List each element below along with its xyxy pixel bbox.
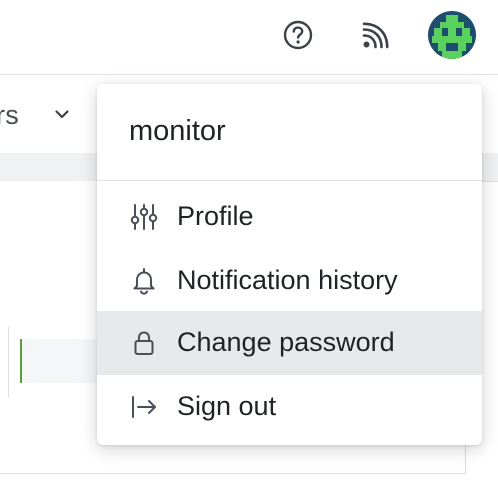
bell-icon — [133, 268, 155, 295]
lock-icon — [134, 331, 154, 355]
identicon-avatar — [428, 11, 476, 59]
filter-label[interactable]: rs — [0, 97, 19, 133]
sliders-icon — [130, 204, 158, 230]
menu-item-label: Notification history — [177, 265, 398, 295]
user-dropdown-menu: monitor Profile Notification history Cha… — [97, 84, 482, 445]
avatar[interactable] — [428, 11, 476, 59]
menu-username: monitor — [129, 115, 226, 147]
menu-divider — [97, 180, 482, 181]
top-header — [0, 0, 498, 75]
menu-item-notification-history[interactable]: Notification history — [97, 249, 482, 313]
app-page: rs monitor Profile Notification history … — [0, 0, 498, 480]
chevron-down-icon[interactable] — [52, 104, 72, 124]
menu-item-change-password[interactable]: Change password — [97, 311, 482, 375]
menu-item-profile[interactable]: Profile — [97, 185, 482, 249]
menu-item-label: Sign out — [177, 391, 277, 421]
menu-item-label: Profile — [177, 201, 254, 231]
menu-item-label: Change password — [177, 327, 395, 357]
rss-icon[interactable] — [360, 21, 390, 51]
menu-item-sign-out[interactable]: Sign out — [97, 375, 482, 439]
sign-out-icon — [132, 396, 156, 418]
question-circle-icon[interactable] — [282, 19, 314, 51]
